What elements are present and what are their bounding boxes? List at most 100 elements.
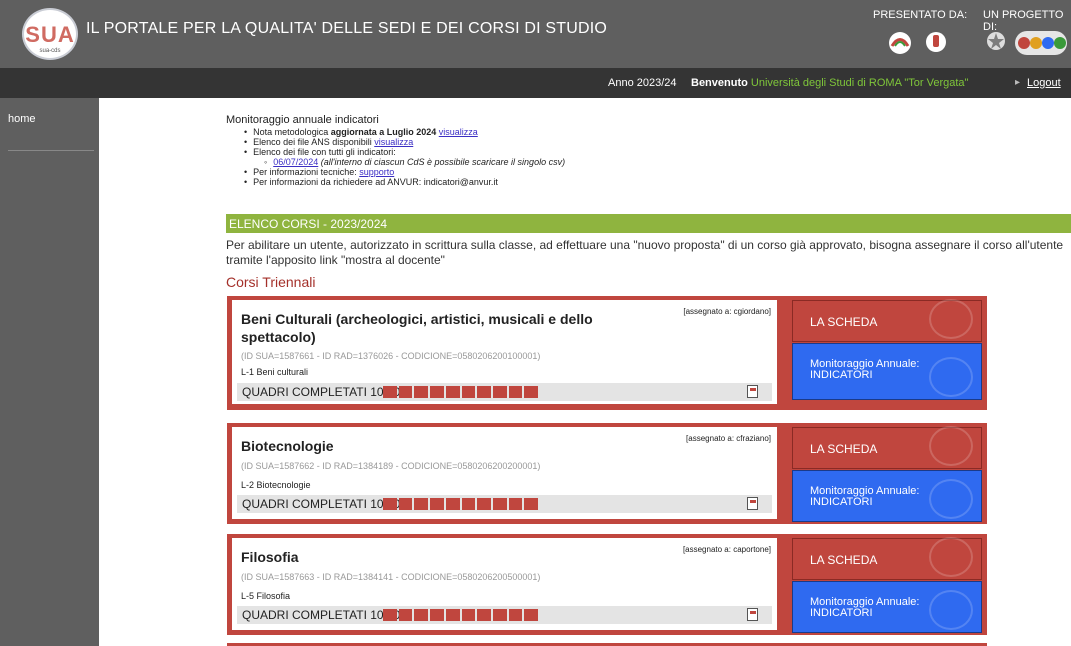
item-bold-text: aggiornata a Luglio 2024 [330,127,437,137]
list-item: Elenco dei file ANS disponibili visualiz… [244,137,565,147]
course-ids: (ID SUA=1587662 - ID RAD=1384189 - CODIC… [241,461,541,471]
progress-segment [477,609,491,621]
item-text: Nota metodologica [253,127,331,137]
course-class: L-5 Filosofia [241,591,291,601]
monitor-info-list: Nota metodologica aggiornata a Luglio 20… [244,127,565,187]
monitor-title: Monitoraggio annuale indicatori [226,114,379,126]
monitoraggio-button[interactable]: Monitoraggio Annuale: INDICATORI [792,343,982,400]
sidebar-item-home[interactable]: home [8,113,36,125]
quadri-label: QUADRI COMPLETATI 10/10 [242,497,401,511]
presented-by-label: PRESENTATO DA: [873,9,968,21]
republic-emblem-icon [986,30,1006,52]
top-header: SUA sua-cds IL PORTALE PER LA QUALITA' D… [0,0,1071,68]
progress-segment [398,498,413,510]
progress-segment [383,386,397,398]
progress-segment [414,498,429,510]
progress-segment [430,386,444,398]
welcome-text: Benvenuto Università degli Studi di ROMA… [691,77,968,89]
la-scheda-button[interactable]: LA SCHEDA [792,426,982,469]
list-item: Nota metodologica aggiornata a Luglio 20… [244,127,565,137]
progress-segment [461,609,476,621]
list-item: 06/07/2024 (all'interno di ciascun CdS è… [264,157,565,167]
progress-segment [414,609,429,621]
progress-segment [492,386,507,398]
sua-watermark-icon [929,479,973,519]
sua-watermark-icon [929,357,973,397]
progress-segment [430,609,444,621]
file-ans-link[interactable]: visualizza [374,137,413,147]
indicators-date-link[interactable]: 06/07/2024 [273,157,318,167]
progress-segment [524,498,539,510]
assigned-to: [assegnato a: cfraziano] [686,434,771,443]
item-italic-text: (all'interno di ciascun CdS è possibile … [318,157,566,167]
sua-logo[interactable]: SUA sua-cds [22,8,78,60]
item-text: Elenco dei file ANS disponibili [253,137,375,147]
course-card: Biotecnologie [assegnato a: cfraziano] (… [227,423,987,524]
button-label: LA SCHEDA [810,315,878,329]
course-name[interactable]: Biotecnologie [241,437,334,455]
portal-title: IL PORTALE PER LA QUALITA' DELLE SEDI E … [86,20,608,37]
button-label: LA SCHEDA [810,442,878,456]
progress-segment [492,609,507,621]
logout-link[interactable]: Logout [1027,77,1061,89]
sidebar-divider [8,150,94,151]
quadri-progress: QUADRI COMPLETATI 10/10 [237,495,772,513]
progress-segment [508,386,523,398]
university-name: Università degli Studi di ROMA "Tor Verg… [750,77,969,89]
course-name[interactable]: Filosofia [241,548,299,566]
course-card: Filosofia [assegnato a: caportone] (ID S… [227,534,987,635]
list-item: Elenco dei file con tutti gli indicatori… [244,147,565,157]
quadri-label: QUADRI COMPLETATI 10/10 [242,608,401,622]
anvur-logo-icon [888,30,912,54]
assigned-to: [assegnato a: cgiordano] [683,307,771,316]
la-scheda-button[interactable]: LA SCHEDA [792,537,982,580]
course-class: L-2 Biotecnologie [241,480,311,490]
progress-segment [398,386,413,398]
course-card: Beni Culturali (archeologici, artistici,… [227,296,987,410]
monitoraggio-button[interactable]: Monitoraggio Annuale: INDICATORI [792,581,982,633]
quadri-progress: QUADRI COMPLETATI 10/10 [237,383,772,401]
progress-segment [477,498,491,510]
progress-segment [524,386,539,398]
progress-bar [383,498,539,510]
course-name[interactable]: Beni Culturali (archeologici, artistici,… [241,310,631,346]
progress-segment [492,498,507,510]
progress-segment [461,498,476,510]
item-text: Per informazioni da richiedere ad ANVUR:… [253,177,498,187]
la-scheda-button[interactable]: LA SCHEDA [792,299,982,342]
progress-bar [383,609,539,621]
course-class: L-1 Beni culturali [241,367,309,377]
course-ids: (ID SUA=1587661 - ID RAD=1376026 - CODIC… [241,351,541,361]
nota-metodologica-link[interactable]: visualizza [439,127,478,137]
assignment-note: Per abilitare un utente, autorizzato in … [226,238,1064,267]
progress-segment [508,609,523,621]
progress-segment [398,609,413,621]
course-ids: (ID SUA=1587663 - ID RAD=1384141 - CODIC… [241,572,541,582]
sua-watermark-icon [929,426,973,466]
progress-segment [477,386,491,398]
progress-segment [383,498,397,510]
item-text: Per informazioni tecniche: [253,167,360,177]
corsi-triennali-heading: Corsi Triennali [226,274,316,290]
welcome-label: Benvenuto [691,77,748,89]
monitoraggio-button[interactable]: Monitoraggio Annuale: INDICATORI [792,470,982,522]
progress-segment [461,386,476,398]
logo-subtext: sua-cds [39,48,61,54]
course-info: Beni Culturali (archeologici, artistici,… [232,300,777,404]
logout-arrow-icon: ▸ [1015,77,1021,88]
pdf-icon[interactable] [747,608,758,621]
section-header: ELENCO CORSI - 2023/2024 [226,214,1071,233]
user-bar: Anno 2023/24 Benvenuto Università degli … [0,68,1071,98]
progress-segment [445,498,460,510]
supporto-link[interactable]: supporto [359,167,394,177]
progress-segment [430,498,444,510]
button-label: LA SCHEDA [810,553,878,567]
pdf-icon[interactable] [747,385,758,398]
list-item: Per informazioni tecniche: supporto [244,167,565,177]
logo-text: SUA [25,22,75,47]
miur-logo-icon [1015,31,1067,55]
progress-segment [524,609,539,621]
pdf-icon[interactable] [747,497,758,510]
item-text: Elenco dei file con tutti gli indicatori… [253,147,396,157]
sidebar: home [0,98,99,646]
